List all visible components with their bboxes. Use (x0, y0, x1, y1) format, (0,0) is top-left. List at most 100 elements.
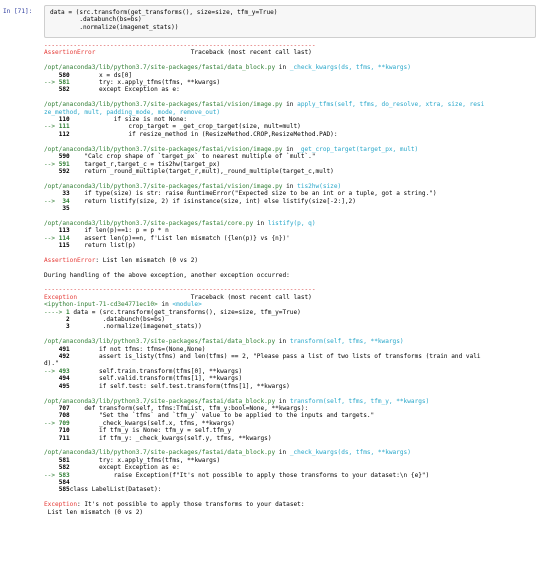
current-line-marker: --> (44, 160, 59, 168)
error-message: List len mismatch (0 vs 2) (44, 508, 144, 516)
code-input-line: .databunch(bs=bs) (79, 16, 142, 24)
line-marker (44, 168, 59, 175)
source-line: class LabelList(Dataset): (69, 486, 162, 494)
line-number: 711 (58, 434, 70, 442)
line-number: 707 (58, 404, 70, 412)
code-input-text: data = (src.transform(get_transforms(), … (45, 6, 535, 31)
traceback-rule: ----------------------------------------… (44, 42, 316, 49)
source-line: target_r,target_c = tis2hw(target_px) (69, 160, 221, 168)
traceback-text: in (282, 145, 298, 153)
traceback-text: in (275, 449, 290, 457)
line-number: 493 (58, 367, 70, 375)
line-marker (44, 353, 59, 360)
current-line-marker: --> (44, 197, 59, 205)
file-path: /opt/anaconda3/lib/python3.7/site-packag… (44, 397, 276, 405)
line-number: 710 (58, 427, 70, 435)
traceback-text: in (275, 64, 290, 72)
line-marker (44, 457, 59, 464)
line-number: 110 (58, 116, 70, 124)
current-line-marker: --> (44, 123, 59, 131)
line-number: 591 (58, 160, 70, 168)
file-path: /opt/anaconda3/lib/python3.7/site-packag… (44, 219, 254, 227)
line-marker (44, 479, 59, 486)
source-line: return _round_multiple(target_r,mult),_r… (69, 167, 334, 175)
source-line: "Set the `tfms` and `tfm_y` value to be … (69, 412, 375, 420)
code-input-line: data = (src.transform(get_transforms(), … (50, 9, 278, 16)
function-signature: apply_tfms(self, tfms, do_resolve, xtra,… (297, 101, 485, 109)
source-line: if resize_method in (ResizeMethod.CROP,R… (69, 130, 338, 138)
source-line: assert is_listy(tfms) and len(tfms) == 2… (69, 353, 481, 361)
error-type: Exception (44, 293, 78, 301)
line-marker (44, 405, 59, 412)
line-marker (44, 227, 59, 234)
traceback-text: in (275, 338, 290, 346)
source-line: def transform(self, tfms:TfmList, tfm_y:… (69, 404, 309, 412)
line-number: 491 (58, 345, 70, 353)
code-input-line: .normalize(imagenet_stats)) (50, 23, 179, 31)
file-path: /opt/anaconda3/lib/python3.7/site-packag… (44, 182, 283, 190)
line-number: 592 (58, 167, 70, 175)
line-marker (44, 86, 59, 93)
line-marker (44, 346, 59, 353)
source-line: if tfm_y: _check_kwargs(self.y, tfms, **… (69, 434, 272, 442)
file-path: /opt/anaconda3/lib/python3.7/site-packag… (44, 449, 276, 457)
line-number: 709 (58, 419, 70, 427)
line-number: 33 (58, 190, 70, 198)
current-line-marker: --> (44, 471, 59, 479)
line-marker (44, 72, 59, 79)
source-line: except Exception as e: (69, 86, 180, 94)
error-type: AssertionError (44, 256, 96, 264)
source-line: raise Exception(f"It's not possible to a… (69, 471, 430, 479)
line-marker (44, 464, 59, 471)
source-line: assert len(p)==n, f'List len mismatch ({… (69, 234, 290, 242)
line-marker (44, 323, 66, 330)
cell-output: ----------------------------------------… (44, 42, 536, 516)
line-number: 590 (58, 153, 70, 161)
file-path: /opt/anaconda3/lib/python3.7/site-packag… (44, 338, 276, 346)
line-number: 492 (58, 353, 70, 361)
line-number: 584 (58, 478, 70, 486)
line-marker (44, 153, 59, 160)
source-line: .normalize(imagenet_stats)) (69, 323, 202, 331)
line-number: 112 (58, 130, 70, 138)
line-marker (44, 131, 59, 138)
file-path: /opt/anaconda3/lib/python3.7/site-packag… (44, 101, 283, 109)
line-marker (44, 190, 59, 197)
error-type: Exception (44, 501, 78, 509)
code-input-area[interactable]: data = (src.transform(get_transforms(), … (44, 5, 536, 38)
line-number: 114 (58, 234, 70, 242)
traceback-header: Traceback (most recent call last) (77, 293, 312, 301)
error-type: AssertionError (44, 49, 96, 57)
source-line: data = (src.transform(get_transforms(), … (69, 308, 301, 316)
line-marker (44, 383, 59, 390)
line-marker (44, 242, 59, 249)
function-signature: ze_method, mult, padding_mode, mode, rem… (44, 108, 221, 116)
source-line: x = ds[0] (69, 71, 133, 79)
traceback-text: in (157, 301, 173, 309)
traceback-text: in (275, 397, 290, 405)
line-number: 582 (58, 464, 70, 472)
line-number: 34 (58, 197, 70, 205)
file-path: /opt/anaconda3/lib/python3.7/site-packag… (44, 64, 276, 72)
traceback-rule: ----------------------------------------… (44, 286, 316, 294)
source-line: _check_kwargs(self.x, tfms, **kwargs) (69, 419, 235, 427)
function-signature: tis2hw(size) (297, 182, 342, 190)
line-number: 494 (58, 375, 70, 383)
line-number: 583 (58, 471, 70, 479)
line-marker (44, 435, 59, 442)
source-line: self.valid.transform(tfms[1], **kwargs) (69, 375, 243, 383)
line-number: 113 (58, 227, 70, 235)
traceback-text: in (282, 182, 298, 190)
traceback-header: Traceback (most recent call last) (95, 49, 312, 57)
function-signature: _get_crop_target(target_px, mult) (297, 145, 419, 153)
chained-exception-note: During handling of the above exception, … (44, 271, 290, 279)
source-line: crop_target = _get_crop_target(size, mul… (69, 123, 301, 131)
traceback-text: in (282, 101, 298, 109)
line-marker (44, 205, 59, 212)
source-line: "Calc crop shape of `target_px` to neare… (69, 153, 316, 161)
source-line: if len(p)==1: p = p * n (69, 227, 169, 235)
line-marker (44, 316, 66, 323)
source-line: try: x.apply_tfms(tfms, **kwargs) (69, 456, 221, 464)
source-line: if tfm_y is None: tfm_y = self.tfm_y (69, 427, 232, 435)
line-number: 581 (58, 456, 70, 464)
